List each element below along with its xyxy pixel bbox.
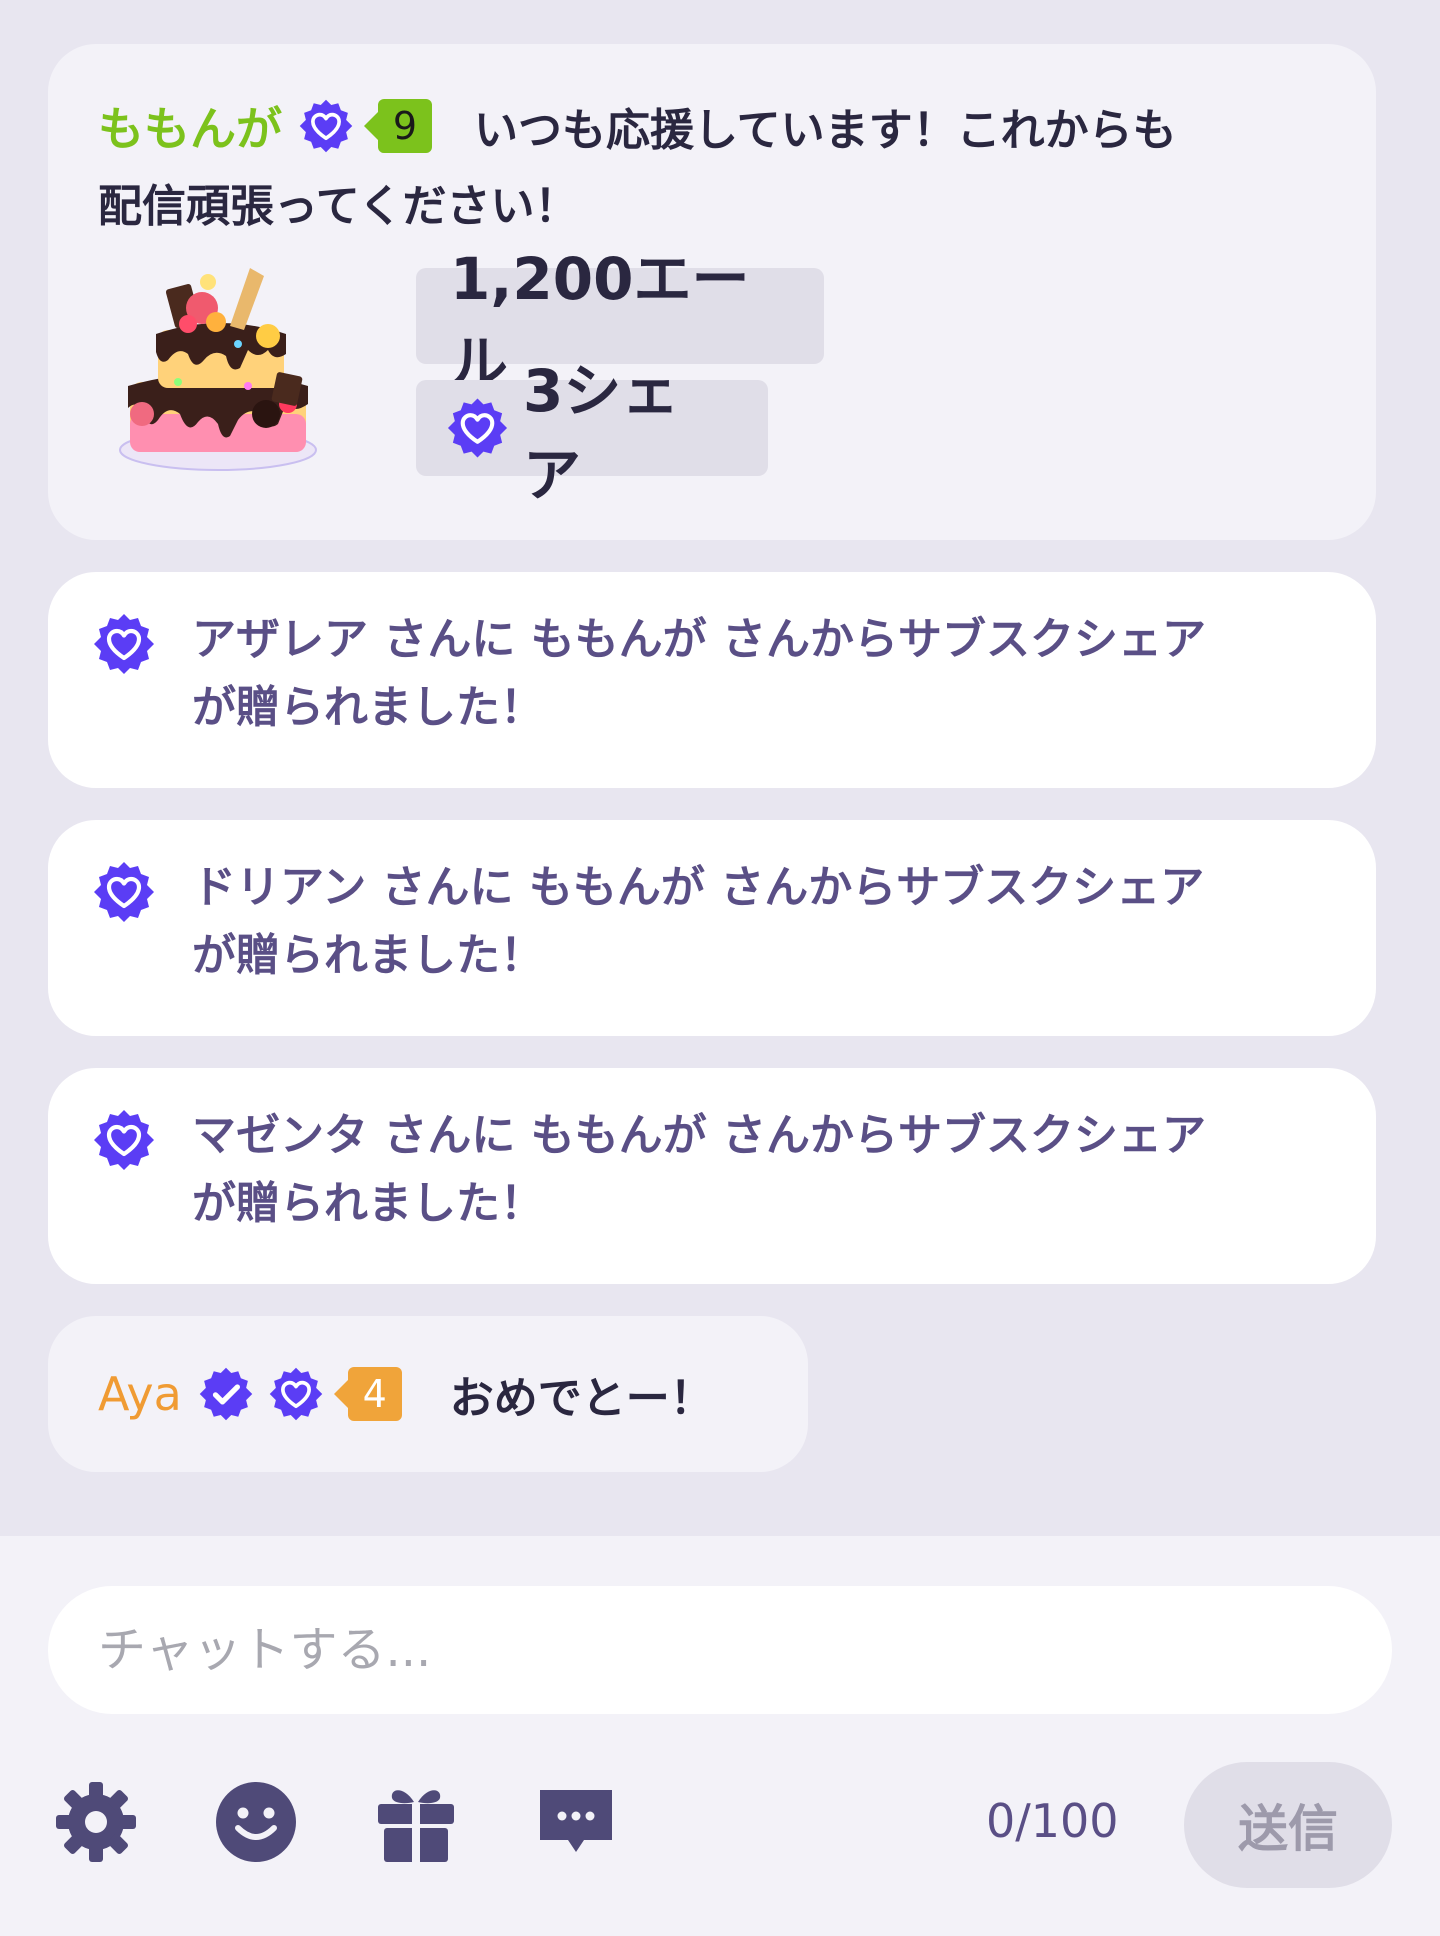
char-counter: 0/100 (986, 1794, 1119, 1848)
notice-text: アザレア さんに ももんが さんからサブスクシェア が贈られました！ (192, 606, 1342, 742)
heart-badge-icon (298, 98, 354, 154)
chat-message-bubble: Aya 4 おめでとー！ (48, 1316, 808, 1472)
heart-badge-icon (92, 612, 156, 676)
chat-message-row: Aya 4 おめでとー！ (98, 1354, 714, 1434)
gift-icon[interactable] (374, 1780, 458, 1864)
heart-badge-icon (92, 1108, 156, 1172)
level-number: 4 (347, 1367, 402, 1421)
cake-image (119, 268, 317, 471)
level-number: 9 (378, 99, 432, 153)
level-badge: 9 (364, 99, 432, 153)
smiley-icon[interactable] (214, 1780, 298, 1864)
level-badge: 4 (333, 1367, 402, 1421)
share-count-pill: 3シェア (416, 357, 768, 509)
chat-feed[interactable]: ももんが 9 いつも応援しています！これからも 配信頑張ってください！ 1,20… (0, 0, 1440, 1536)
chat-input[interactable] (48, 1586, 1392, 1714)
notice-line2: が贈られました！ (192, 930, 544, 981)
subscription-share-notice: アザレア さんに ももんが さんからサブスクシェア が贈られました！ (48, 572, 1376, 788)
notice-line1: アザレア さんに ももんが さんからサブスクシェア (192, 614, 1206, 665)
heart-badge-icon (268, 1366, 324, 1422)
message-text-line1: いつも応援しています！これからも (474, 105, 1177, 156)
heart-badge-icon (92, 860, 156, 924)
notice-line2: が贈られました！ (192, 1178, 544, 1229)
gift-message-bubble: ももんが 9 いつも応援しています！これからも 配信頑張ってください！ 1,20… (48, 44, 1376, 540)
username[interactable]: ももんが (98, 93, 282, 159)
send-button[interactable]: 送信 (1184, 1762, 1392, 1888)
chat-menu-icon[interactable] (534, 1780, 618, 1864)
message-text-line2: 配信頑張ってください！ (98, 181, 579, 232)
heart-badge-icon (446, 396, 509, 460)
notice-line1: ドリアン さんに ももんが さんからサブスクシェア (192, 862, 1205, 913)
gift-message-header: ももんが 9 いつも応援しています！これからも (98, 86, 1177, 166)
notice-text: マゼンタ さんに ももんが さんからサブスクシェア が贈られました！ (192, 1102, 1342, 1238)
verified-check-badge-icon (198, 1366, 254, 1422)
notice-text: ドリアン さんに ももんが さんからサブスクシェア が贈られました！ (192, 854, 1342, 990)
notice-line1: マゼンタ さんに ももんが さんからサブスクシェア (192, 1110, 1206, 1161)
username[interactable]: Aya (98, 1367, 182, 1421)
subscription-share-notice: マゼンタ さんに ももんが さんからサブスクシェア が贈られました！ (48, 1068, 1376, 1284)
subscription-share-notice: ドリアン さんに ももんが さんからサブスクシェア が贈られました！ (48, 820, 1376, 1036)
chat-input-area: 0/100 送信 (0, 1536, 1440, 1936)
share-count-label: 3シェア (523, 357, 680, 509)
message-text: おめでとー！ (449, 1373, 714, 1424)
gear-icon[interactable] (54, 1780, 138, 1864)
notice-line2: が贈られました！ (192, 682, 544, 733)
